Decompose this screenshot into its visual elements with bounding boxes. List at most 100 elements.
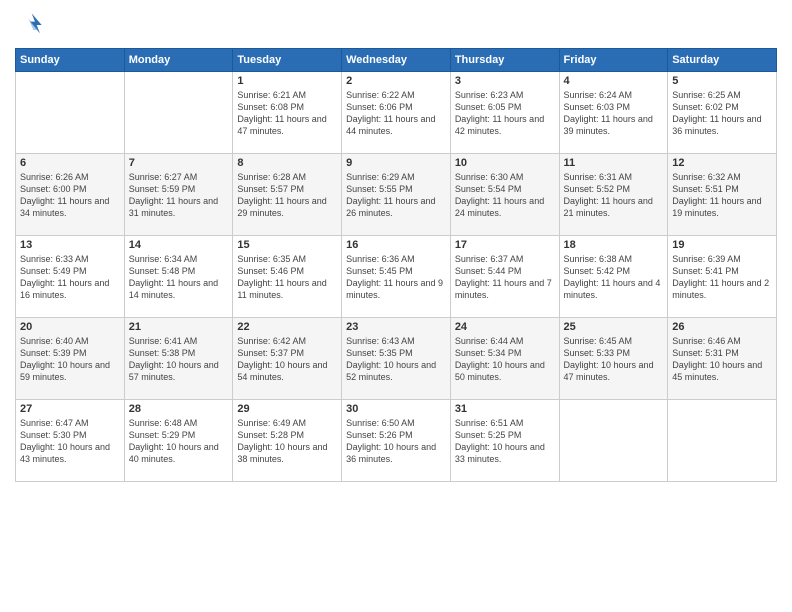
weekday-header-friday: Friday <box>559 49 668 72</box>
day-number: 2 <box>346 75 446 87</box>
day-detail: Sunrise: 6:40 AMSunset: 5:39 PMDaylight:… <box>20 335 120 384</box>
calendar-cell: 28Sunrise: 6:48 AMSunset: 5:29 PMDayligh… <box>124 400 233 482</box>
day-detail: Sunrise: 6:30 AMSunset: 5:54 PMDaylight:… <box>455 171 555 220</box>
day-detail: Sunrise: 6:27 AMSunset: 5:59 PMDaylight:… <box>129 171 229 220</box>
calendar-cell: 12 Sunrise: 6:32 AMSunset: 5:51 PMDayligh… <box>668 154 777 236</box>
day-detail: Sunrise: 6:29 AMSunset: 5:55 PMDaylight:… <box>346 171 446 220</box>
day-detail: Sunrise: 6:22 AMSunset: 6:06 PMDaylight:… <box>346 89 446 138</box>
calendar-cell: 27Sunrise: 6:47 AMSunset: 5:30 PMDayligh… <box>16 400 125 482</box>
calendar-cell: 19 Sunrise: 6:39 AMSunset: 5:41 PMDayligh… <box>668 236 777 318</box>
day-detail: Sunrise: 6:39 AMSunset: 5:41 PMDaylight:… <box>672 253 772 302</box>
day-detail: Sunrise: 6:21 AMSunset: 6:08 PMDaylight:… <box>237 89 337 138</box>
calendar-cell <box>559 400 668 482</box>
weekday-header-thursday: Thursday <box>450 49 559 72</box>
day-detail: Sunrise: 6:42 AMSunset: 5:37 PMDaylight:… <box>237 335 337 384</box>
calendar-cell: 20 Sunrise: 6:40 AMSunset: 5:39 PMDayligh… <box>16 318 125 400</box>
calendar-cell: 15Sunrise: 6:35 AMSunset: 5:46 PMDayligh… <box>233 236 342 318</box>
day-detail: Sunrise: 6:51 AMSunset: 5:25 PMDaylight:… <box>455 417 555 466</box>
day-number: 31 <box>455 403 555 415</box>
day-number: 13 <box>20 239 120 251</box>
day-number: 24 <box>455 321 555 333</box>
logo <box>15 10 49 40</box>
day-number: 18 <box>564 239 664 251</box>
day-detail: Sunrise: 6:49 AMSunset: 5:28 PMDaylight:… <box>237 417 337 466</box>
calendar-week-3: 13 Sunrise: 6:33 AMSunset: 5:49 PMDayligh… <box>16 236 777 318</box>
calendar-cell: 30 Sunrise: 6:50 AMSunset: 5:26 PMDayligh… <box>342 400 451 482</box>
day-number: 14 <box>129 239 229 251</box>
calendar-cell: 21 Sunrise: 6:41 AMSunset: 5:38 PMDayligh… <box>124 318 233 400</box>
day-detail: Sunrise: 6:34 AMSunset: 5:48 PMDaylight:… <box>129 253 229 302</box>
weekday-header-row: SundayMondayTuesdayWednesdayThursdayFrid… <box>16 49 777 72</box>
day-detail: Sunrise: 6:35 AMSunset: 5:46 PMDaylight:… <box>237 253 337 302</box>
calendar-cell: 26Sunrise: 6:46 AMSunset: 5:31 PMDayligh… <box>668 318 777 400</box>
calendar-cell: 23 Sunrise: 6:43 AMSunset: 5:35 PMDayligh… <box>342 318 451 400</box>
calendar-cell: 18 Sunrise: 6:38 AMSunset: 5:42 PMDayligh… <box>559 236 668 318</box>
calendar-cell: 4 Sunrise: 6:24 AMSunset: 6:03 PMDaylight… <box>559 72 668 154</box>
day-detail: Sunrise: 6:36 AMSunset: 5:45 PMDaylight:… <box>346 253 446 302</box>
calendar-cell: 10 Sunrise: 6:30 AMSunset: 5:54 PMDayligh… <box>450 154 559 236</box>
day-number: 10 <box>455 157 555 169</box>
weekday-header-sunday: Sunday <box>16 49 125 72</box>
day-number: 11 <box>564 157 664 169</box>
calendar-cell: 17 Sunrise: 6:37 AMSunset: 5:44 PMDayligh… <box>450 236 559 318</box>
header <box>15 10 777 40</box>
day-detail: Sunrise: 6:50 AMSunset: 5:26 PMDaylight:… <box>346 417 446 466</box>
calendar-page: SundayMondayTuesdayWednesdayThursdayFrid… <box>0 0 792 612</box>
day-number: 8 <box>237 157 337 169</box>
day-detail: Sunrise: 6:33 AMSunset: 5:49 PMDaylight:… <box>20 253 120 302</box>
calendar-cell: 13 Sunrise: 6:33 AMSunset: 5:49 PMDayligh… <box>16 236 125 318</box>
day-detail: Sunrise: 6:24 AMSunset: 6:03 PMDaylight:… <box>564 89 664 138</box>
day-detail: Sunrise: 6:28 AMSunset: 5:57 PMDaylight:… <box>237 171 337 220</box>
calendar-cell <box>124 72 233 154</box>
calendar-cell: 16 Sunrise: 6:36 AMSunset: 5:45 PMDayligh… <box>342 236 451 318</box>
day-detail: Sunrise: 6:26 AMSunset: 6:00 PMDaylight:… <box>20 171 120 220</box>
day-number: 16 <box>346 239 446 251</box>
day-number: 19 <box>672 239 772 251</box>
weekday-header-monday: Monday <box>124 49 233 72</box>
day-number: 5 <box>672 75 772 87</box>
day-number: 25 <box>564 321 664 333</box>
calendar-week-5: 27Sunrise: 6:47 AMSunset: 5:30 PMDayligh… <box>16 400 777 482</box>
calendar-cell: 7Sunrise: 6:27 AMSunset: 5:59 PMDaylight… <box>124 154 233 236</box>
calendar-cell: 31 Sunrise: 6:51 AMSunset: 5:25 PMDayligh… <box>450 400 559 482</box>
day-number: 21 <box>129 321 229 333</box>
calendar-week-1: 1 Sunrise: 6:21 AMSunset: 6:08 PMDaylight… <box>16 72 777 154</box>
day-number: 1 <box>237 75 337 87</box>
day-detail: Sunrise: 6:38 AMSunset: 5:42 PMDaylight:… <box>564 253 664 302</box>
day-number: 20 <box>20 321 120 333</box>
calendar-week-4: 20 Sunrise: 6:40 AMSunset: 5:39 PMDayligh… <box>16 318 777 400</box>
day-number: 6 <box>20 157 120 169</box>
day-number: 26 <box>672 321 772 333</box>
day-detail: Sunrise: 6:41 AMSunset: 5:38 PMDaylight:… <box>129 335 229 384</box>
day-number: 23 <box>346 321 446 333</box>
calendar-cell <box>16 72 125 154</box>
day-number: 30 <box>346 403 446 415</box>
calendar-week-2: 6 Sunrise: 6:26 AMSunset: 6:00 PMDaylight… <box>16 154 777 236</box>
day-number: 28 <box>129 403 229 415</box>
calendar-cell <box>668 400 777 482</box>
calendar-cell: 11Sunrise: 6:31 AMSunset: 5:52 PMDayligh… <box>559 154 668 236</box>
day-detail: Sunrise: 6:43 AMSunset: 5:35 PMDaylight:… <box>346 335 446 384</box>
calendar-cell: 22Sunrise: 6:42 AMSunset: 5:37 PMDayligh… <box>233 318 342 400</box>
calendar-cell: 29 Sunrise: 6:49 AMSunset: 5:28 PMDayligh… <box>233 400 342 482</box>
calendar-cell: 8 Sunrise: 6:28 AMSunset: 5:57 PMDaylight… <box>233 154 342 236</box>
day-number: 4 <box>564 75 664 87</box>
day-number: 29 <box>237 403 337 415</box>
calendar-cell: 6 Sunrise: 6:26 AMSunset: 6:00 PMDaylight… <box>16 154 125 236</box>
calendar-cell: 3 Sunrise: 6:23 AMSunset: 6:05 PMDaylight… <box>450 72 559 154</box>
day-detail: Sunrise: 6:44 AMSunset: 5:34 PMDaylight:… <box>455 335 555 384</box>
day-detail: Sunrise: 6:32 AMSunset: 5:51 PMDaylight:… <box>672 171 772 220</box>
calendar-cell: 14 Sunrise: 6:34 AMSunset: 5:48 PMDayligh… <box>124 236 233 318</box>
calendar-cell: 24 Sunrise: 6:44 AMSunset: 5:34 PMDayligh… <box>450 318 559 400</box>
calendar-cell: 2 Sunrise: 6:22 AMSunset: 6:06 PMDaylight… <box>342 72 451 154</box>
calendar-table: SundayMondayTuesdayWednesdayThursdayFrid… <box>15 48 777 482</box>
day-number: 12 <box>672 157 772 169</box>
weekday-header-tuesday: Tuesday <box>233 49 342 72</box>
day-number: 3 <box>455 75 555 87</box>
day-detail: Sunrise: 6:23 AMSunset: 6:05 PMDaylight:… <box>455 89 555 138</box>
day-detail: Sunrise: 6:45 AMSunset: 5:33 PMDaylight:… <box>564 335 664 384</box>
day-detail: Sunrise: 6:37 AMSunset: 5:44 PMDaylight:… <box>455 253 555 302</box>
day-number: 17 <box>455 239 555 251</box>
day-detail: Sunrise: 6:25 AMSunset: 6:02 PMDaylight:… <box>672 89 772 138</box>
calendar-cell: 1 Sunrise: 6:21 AMSunset: 6:08 PMDaylight… <box>233 72 342 154</box>
